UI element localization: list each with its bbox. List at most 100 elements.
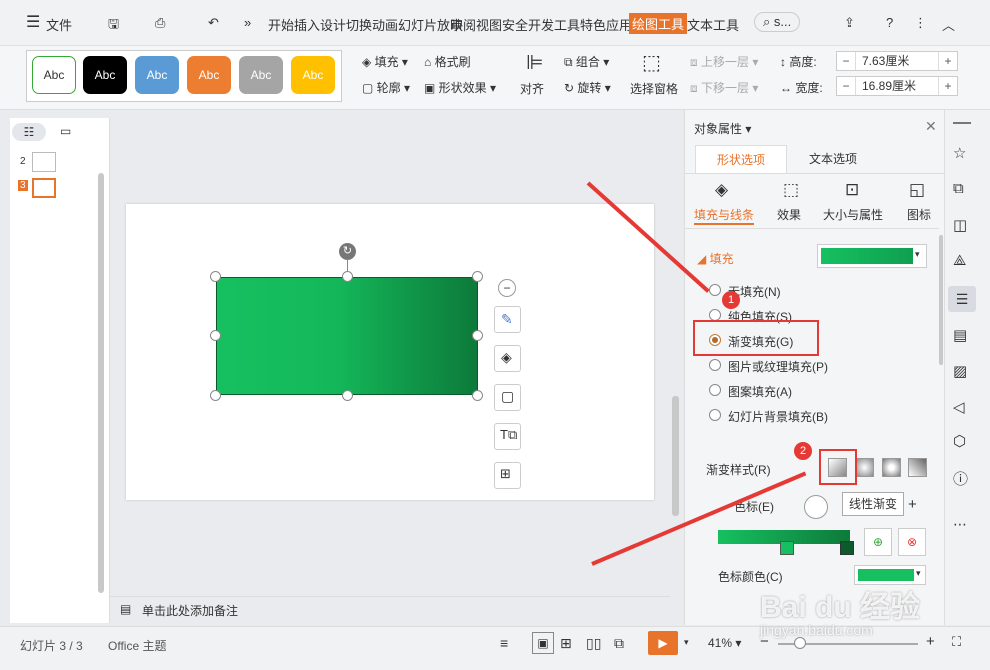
fit-window-icon[interactable]: ⛶ — [952, 634, 961, 650]
group-button[interactable]: ⧉ 组合 ▾ — [564, 53, 609, 70]
star-icon[interactable]: ☆ — [953, 144, 966, 162]
shape-style-float-button[interactable]: ✎ — [494, 306, 521, 333]
subtab-effects[interactable]: 效果 — [777, 206, 801, 223]
image-icon[interactable]: ◱ — [909, 180, 925, 200]
shield-icon[interactable]: ⬡ — [953, 432, 966, 450]
normal-view-icon[interactable]: ▣ — [532, 632, 554, 654]
reading-view-icon[interactable]: ▯▯ — [586, 635, 601, 652]
radial-gradient-style-button[interactable] — [855, 458, 874, 477]
menu-animation[interactable]: 动画 — [372, 15, 398, 34]
print-icon[interactable]: ⎙ — [155, 15, 165, 31]
picture-icon[interactable]: ▨ — [953, 362, 967, 380]
width-stepper[interactable]: −16.89厘米 + — [836, 76, 958, 96]
panel-title[interactable]: 对象属性 ▾ — [694, 120, 751, 137]
zoom-level[interactable]: 41% ▾ — [708, 636, 741, 650]
picture-fill-label[interactable]: 图片或纹理填充(P) — [728, 358, 828, 375]
zoom-slider-thumb[interactable] — [794, 637, 806, 649]
selection-pane-button[interactable]: 选择窗格 — [630, 80, 678, 97]
layout-float-button[interactable]: ⊞ — [494, 462, 521, 489]
angle-dial[interactable] — [804, 495, 828, 519]
remove-color-stop-button[interactable]: ⊗ — [898, 528, 926, 556]
style-swatch-blue[interactable]: Abc — [135, 56, 179, 94]
more-icon[interactable]: » — [244, 15, 251, 30]
notes-toggle-icon[interactable]: ≡ — [500, 635, 508, 651]
pattern-fill-radio[interactable] — [709, 384, 721, 396]
menu-review[interactable]: 审阅 — [450, 15, 476, 34]
text-float-button[interactable]: T⧉ — [494, 423, 521, 450]
resize-handle[interactable] — [472, 330, 483, 341]
menu-insert[interactable]: 插入 — [294, 15, 320, 34]
outline-float-button[interactable]: ▢ — [494, 384, 521, 411]
menu-drawing-tools[interactable]: 绘图工具 — [629, 13, 688, 34]
chevron-down-icon[interactable]: ▾ — [684, 637, 689, 648]
height-stepper[interactable]: −7.63厘米 + — [836, 51, 958, 71]
align-button[interactable]: 对齐 — [520, 80, 544, 97]
gradient-rectangle-shape[interactable] — [216, 277, 478, 395]
plus-icon[interactable]: + — [908, 496, 917, 513]
undo-icon[interactable]: ↶ — [208, 15, 219, 31]
fill-button[interactable]: ◈ 填充 ▾ — [362, 53, 408, 70]
picture-fill-radio[interactable] — [709, 359, 721, 371]
share-icon[interactable]: ⇪ — [844, 15, 855, 31]
fill-section-header[interactable]: ◢ 填充 — [697, 250, 734, 267]
more-options-icon[interactable]: ⋮ — [914, 15, 927, 31]
effects-icon[interactable]: ⬚ — [783, 180, 799, 200]
thumbnail-view-tab[interactable]: ☷ — [12, 123, 46, 141]
resize-handle[interactable] — [210, 390, 221, 401]
outline-view-icon[interactable]: ▭ — [60, 124, 71, 138]
shapes-icon[interactable]: ◫ — [953, 216, 967, 234]
rotate-button[interactable]: ↻ 旋转 ▾ — [564, 79, 611, 96]
rectangular-gradient-style-button[interactable] — [882, 458, 901, 477]
fill-float-button[interactable]: ◈ — [494, 345, 521, 372]
align-icon[interactable]: ⊫ — [526, 50, 543, 75]
grid-view-icon[interactable]: ⊞ — [560, 635, 572, 652]
tab-text-options[interactable]: 文本选项 — [787, 145, 879, 173]
menu-developer[interactable]: 开发工具 — [528, 15, 580, 34]
add-color-stop-button[interactable]: ⊕ — [864, 528, 892, 556]
collapse-ribbon-icon[interactable]: ︿ — [942, 15, 955, 34]
menu-transition[interactable]: 切换 — [346, 15, 372, 34]
subtab-size[interactable]: 大小与属性 — [823, 206, 883, 223]
sound-icon[interactable]: ◁ — [953, 398, 965, 416]
send-backward-button[interactable]: ⧈ 下移一层 ▾ — [690, 79, 758, 96]
copy-icon[interactable]: ⧉ — [953, 180, 964, 197]
color-stop-handle-1[interactable] — [780, 541, 794, 555]
thumbnail-scrollbar[interactable] — [98, 173, 104, 593]
notes-bar[interactable]: ▤ 单击此处添加备注 — [110, 596, 670, 622]
style-swatch-black[interactable]: Abc — [83, 56, 127, 94]
presenter-icon[interactable]: ⧉ — [614, 635, 624, 652]
resize-handle[interactable] — [472, 271, 483, 282]
background-fill-label[interactable]: 幻灯片背景填充(B) — [728, 408, 828, 425]
subtab-fill-line[interactable]: 填充与线条 — [694, 206, 754, 223]
plus-icon[interactable]: + — [939, 54, 957, 68]
height-value[interactable]: 7.63厘米 — [855, 52, 939, 70]
resize-handle[interactable] — [472, 390, 483, 401]
archive-icon[interactable]: ▤ — [953, 326, 967, 344]
zoom-in-icon[interactable]: + — [926, 633, 935, 650]
sidebar-menu-icon[interactable] — [953, 122, 971, 124]
subtab-icon[interactable]: 图标 — [907, 206, 931, 223]
file-menu[interactable]: 文件 — [46, 15, 72, 34]
notes-placeholder[interactable]: 单击此处添加备注 — [142, 602, 238, 619]
collapse-toolbar-icon[interactable]: − — [498, 279, 516, 297]
pattern-fill-label[interactable]: 图案填充(A) — [728, 383, 792, 400]
hamburger-icon[interactable]: ☰ — [26, 12, 40, 32]
help-icon[interactable]: ? — [886, 15, 893, 30]
fill-line-icon[interactable]: ◈ — [715, 180, 728, 200]
plus-icon[interactable]: + — [939, 79, 957, 93]
save-icon[interactable]: 🖫 — [108, 15, 119, 37]
style-swatch-gray[interactable]: Abc — [239, 56, 283, 94]
theme-name[interactable]: Office 主题 — [108, 637, 166, 654]
slide-thumbnail-2[interactable] — [32, 152, 56, 172]
no-fill-radio[interactable] — [709, 284, 721, 296]
menu-start[interactable]: 开始 — [268, 15, 294, 34]
help-circle-icon[interactable]: ⓘ — [953, 468, 968, 489]
background-fill-radio[interactable] — [709, 409, 721, 421]
properties-icon[interactable]: ☰ — [948, 286, 976, 312]
style-swatch-yellow[interactable]: Abc — [291, 56, 335, 94]
menu-text-tools[interactable]: 文本工具 — [687, 15, 739, 34]
minus-icon[interactable]: − — [837, 79, 855, 93]
menu-design[interactable]: 设计 — [320, 15, 346, 34]
menu-features[interactable]: 特色应用 — [580, 15, 632, 34]
menu-security[interactable]: 安全 — [502, 15, 528, 34]
